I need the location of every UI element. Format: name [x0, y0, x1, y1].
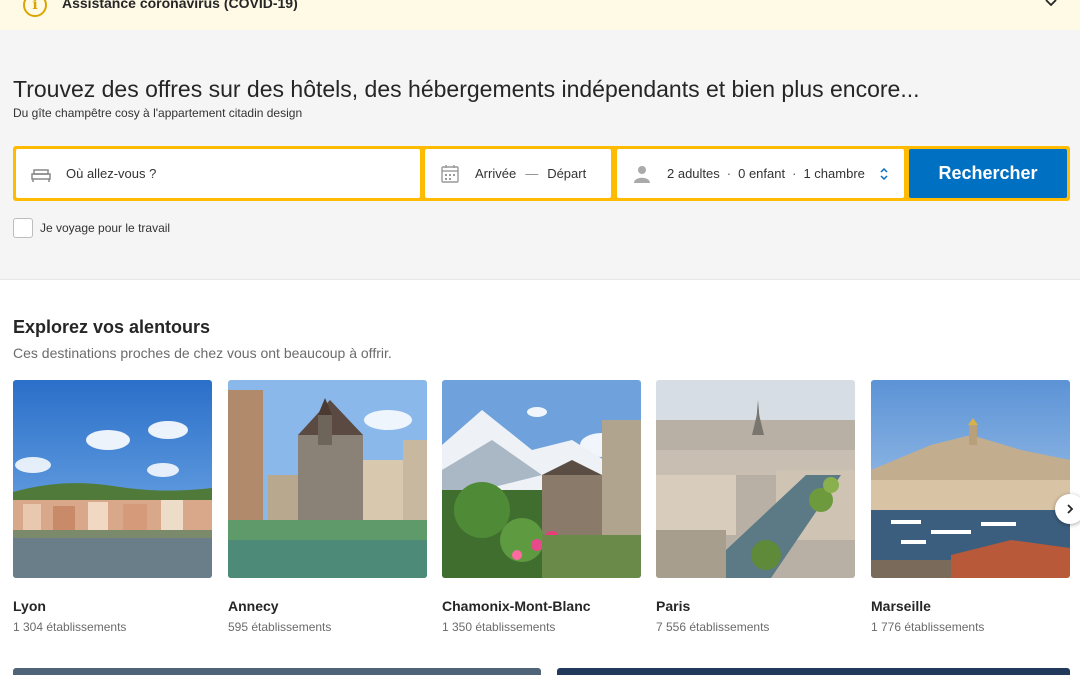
search-hero: Trouvez des offres sur des hôtels, des h…	[0, 30, 1080, 280]
destination-name: Lyon	[13, 598, 46, 614]
children-count: 0 enfant	[738, 166, 786, 181]
work-travel-label: Je voyage pour le travail	[40, 221, 171, 235]
date-dash: —	[525, 166, 539, 181]
destination-card[interactable]: Marseille 1 776 établissements	[871, 380, 1070, 634]
destination-placeholder: Où allez-vous ?	[66, 166, 157, 181]
destination-photo	[656, 380, 855, 578]
checkin-label: Arrivée	[475, 166, 517, 181]
destination-card[interactable]: Annecy 595 établissements	[228, 380, 427, 634]
explore-title: Explorez vos alentours	[13, 317, 211, 337]
person-icon	[634, 165, 650, 183]
destination-card[interactable]: Lyon 1 304 établissements	[13, 380, 212, 634]
destination-name: Annecy	[228, 598, 279, 614]
info-icon: i	[23, 0, 47, 17]
bed-icon	[31, 168, 51, 182]
up-down-arrows-icon	[880, 167, 888, 180]
destination-count: 1 350 établissements	[442, 620, 556, 634]
destination-card[interactable]: Paris 7 556 établissements	[656, 380, 855, 634]
explore-subtitle: Ces destinations proches de chez vous on…	[13, 345, 392, 361]
destination-name: Chamonix-Mont-Blanc	[442, 598, 591, 614]
separator-dot: ·	[726, 166, 732, 181]
destination-count: 1 304 établissements	[13, 620, 127, 634]
destination-card[interactable]: Chamonix-Mont-Blanc 1 350 établissements	[442, 380, 641, 634]
adults-count: 2 adultes	[667, 166, 720, 181]
promo-card[interactable]	[13, 668, 541, 675]
covid-banner-title: Assistance coronavirus (COVID-19)	[62, 0, 298, 11]
date-picker[interactable]: Arrivée — Départ	[425, 149, 611, 198]
destination-field[interactable]: Où allez-vous ?	[16, 149, 420, 198]
destination-photo	[871, 380, 1070, 578]
work-travel-option[interactable]: Je voyage pour le travail	[13, 218, 170, 238]
destination-photo	[228, 380, 427, 578]
destination-name: Paris	[656, 598, 691, 614]
work-travel-checkbox[interactable]	[13, 218, 33, 238]
destination-count: 1 776 établissements	[871, 620, 985, 634]
destination-photo	[13, 380, 212, 578]
page-subtitle: Du gîte champêtre cosy à l'appartement c…	[13, 106, 303, 120]
guests-selector[interactable]: 2 adultes · 0 enfant · 1 chambre	[617, 149, 904, 198]
page-title: Trouvez des offres sur des hôtels, des h…	[13, 76, 920, 102]
destination-photo	[442, 380, 641, 578]
covid-banner[interactable]: i Assistance coronavirus (COVID-19)	[0, 0, 1080, 30]
search-button[interactable]: Rechercher	[909, 149, 1067, 198]
chevron-down-icon[interactable]	[1044, 0, 1058, 10]
destination-count: 7 556 établissements	[656, 620, 770, 634]
chevron-right-icon	[1067, 504, 1074, 514]
calendar-icon	[441, 164, 459, 183]
search-bar: Où allez-vous ? Arrivée — Départ 2 adult…	[13, 146, 1070, 201]
carousel-next-button[interactable]	[1055, 494, 1080, 524]
checkout-label: Départ	[547, 166, 587, 181]
destination-count: 595 établissements	[228, 620, 332, 634]
separator-dot: ·	[792, 166, 797, 181]
promo-card[interactable]	[557, 668, 1070, 675]
destination-name: Marseille	[871, 598, 931, 614]
rooms-count: 1 chambre	[803, 166, 865, 181]
